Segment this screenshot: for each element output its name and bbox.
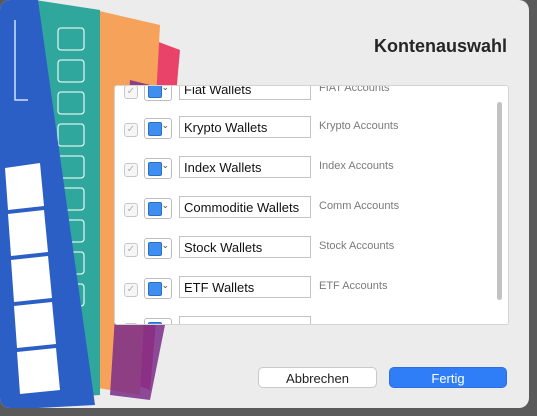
checkmark-icon: ✓ xyxy=(126,124,136,135)
account-description: FIAT Accounts xyxy=(319,85,390,94)
color-swatch xyxy=(148,242,162,256)
account-checkbox[interactable]: ✓ xyxy=(124,86,138,99)
chevron-down-icon: ⌄ xyxy=(161,85,169,92)
checkmark-icon: ✓ xyxy=(126,204,136,215)
color-swatch xyxy=(148,282,162,296)
list-item: ✓ ⌄ Stock Wallets Stock Accounts xyxy=(115,236,495,266)
scrollbar[interactable] xyxy=(497,102,502,300)
checkmark-icon: ✓ xyxy=(126,244,136,255)
checkmark-icon: ✓ xyxy=(126,284,136,295)
color-picker[interactable]: ⌄ xyxy=(144,198,172,219)
list-item: ✓ ⌄ Commoditie Wallets Comm Accounts xyxy=(115,196,495,226)
cancel-button[interactable]: Abbrechen xyxy=(258,367,377,388)
dialog-window: Kontenauswahl ✓ ⌄ Fiat Wallets FIAT Acco… xyxy=(0,0,529,408)
account-name-field[interactable]: Fiat Wallets xyxy=(179,86,311,100)
account-checkbox[interactable]: ✓ xyxy=(124,123,138,137)
list-item: ✓ ⌄ Fiat Wallets FIAT Accounts xyxy=(115,85,495,108)
page-title: Kontenauswahl xyxy=(373,36,507,56)
color-swatch xyxy=(148,202,162,216)
account-name-field[interactable]: Krypto Wallets xyxy=(179,116,311,138)
color-swatch xyxy=(148,162,162,176)
account-checkbox[interactable]: ✓ xyxy=(124,163,138,177)
account-name-field[interactable] xyxy=(179,316,311,324)
color-picker[interactable]: ⌄ xyxy=(144,238,172,259)
chevron-down-icon: ⌄ xyxy=(161,320,169,325)
chevron-down-icon: ⌄ xyxy=(161,280,169,290)
account-name-field[interactable]: Index Wallets xyxy=(179,156,311,178)
account-checkbox[interactable] xyxy=(124,323,138,324)
color-picker[interactable]: ⌄ xyxy=(144,85,172,101)
checkmark-icon: ✓ xyxy=(126,86,136,97)
list-item: ✓ ⌄ Krypto Wallets Krypto Accounts xyxy=(115,116,495,146)
account-name-field[interactable]: ETF Wallets xyxy=(179,276,311,298)
account-description: Comm Accounts xyxy=(319,200,400,212)
chevron-down-icon: ⌄ xyxy=(161,240,169,250)
list-item: ⌄ xyxy=(115,316,495,325)
color-swatch xyxy=(148,86,162,98)
chevron-down-icon: ⌄ xyxy=(161,200,169,210)
account-description: ETF Accounts xyxy=(319,280,388,292)
color-picker[interactable]: ⌄ xyxy=(144,278,172,299)
account-name-field[interactable]: Stock Wallets xyxy=(179,236,311,258)
chevron-down-icon: ⌄ xyxy=(161,160,169,170)
account-list[interactable]: ✓ ⌄ Fiat Wallets FIAT Accounts ✓ ⌄ Krypt… xyxy=(114,85,509,325)
account-checkbox[interactable]: ✓ xyxy=(124,203,138,217)
account-description: Index Accounts xyxy=(319,160,394,172)
list-item: ✓ ⌄ ETF Wallets ETF Accounts xyxy=(115,276,495,306)
done-button[interactable]: Fertig xyxy=(389,367,507,388)
account-checkbox[interactable]: ✓ xyxy=(124,243,138,257)
account-name-field[interactable]: Commoditie Wallets xyxy=(179,196,311,218)
color-picker[interactable]: ⌄ xyxy=(144,158,172,179)
account-checkbox[interactable]: ✓ xyxy=(124,283,138,297)
color-picker[interactable]: ⌄ xyxy=(144,318,172,325)
color-picker[interactable]: ⌄ xyxy=(144,118,172,139)
color-swatch xyxy=(148,322,162,324)
checkmark-icon: ✓ xyxy=(126,164,136,175)
color-swatch xyxy=(148,122,162,136)
account-description: Krypto Accounts xyxy=(319,120,399,132)
chevron-down-icon: ⌄ xyxy=(161,120,169,130)
account-description: Stock Accounts xyxy=(319,240,395,252)
list-item: ✓ ⌄ Index Wallets Index Accounts xyxy=(115,156,495,186)
